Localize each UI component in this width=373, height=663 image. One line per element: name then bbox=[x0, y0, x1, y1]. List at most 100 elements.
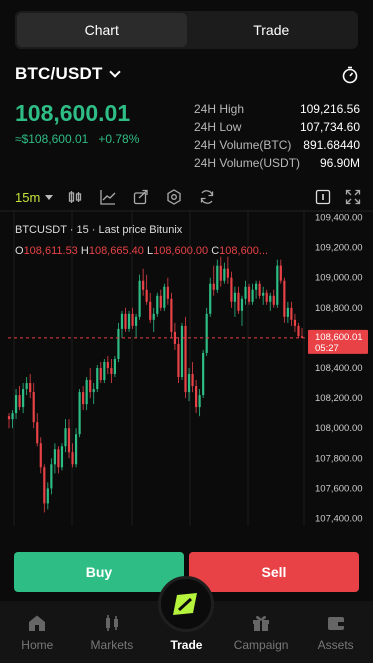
refresh-icon[interactable] bbox=[197, 187, 217, 207]
ohlc-h-value: 108,665.40 bbox=[89, 245, 144, 257]
candle-body bbox=[131, 313, 134, 326]
candle-body bbox=[173, 331, 177, 344]
stat-row: 24H Low 107,734.60 bbox=[194, 118, 360, 136]
nav-label: Trade bbox=[170, 638, 203, 652]
nav-label: Campaign bbox=[233, 638, 289, 652]
price-axis-tick: 107,800.00 bbox=[315, 453, 363, 464]
candle-body bbox=[43, 467, 46, 504]
trade-fab-inner bbox=[166, 584, 206, 624]
nav-item-campaign[interactable]: Campaign bbox=[224, 601, 299, 663]
toolbar-right bbox=[313, 187, 363, 207]
candle-body bbox=[18, 395, 21, 408]
candle-body bbox=[247, 286, 251, 302]
candle-body bbox=[212, 283, 215, 290]
price-axis-tick: 108,000.00 bbox=[315, 423, 363, 434]
candle-body bbox=[134, 316, 138, 326]
nav-item-assets[interactable]: Assets bbox=[298, 601, 373, 663]
candle-body bbox=[60, 446, 64, 468]
stat-row: 24H Volume(BTC) 891.68440 bbox=[194, 136, 360, 154]
stat-value: 891.68440 bbox=[303, 138, 360, 152]
candle-body bbox=[142, 280, 145, 290]
stat-row: 24H Volume(USDT) 96.90M bbox=[194, 154, 360, 172]
candle-body bbox=[67, 428, 71, 453]
candle-body bbox=[177, 343, 180, 378]
candle-body bbox=[286, 307, 289, 317]
candle-body bbox=[233, 292, 237, 302]
candle-body bbox=[223, 268, 226, 281]
candle-body bbox=[159, 295, 162, 308]
candle-body bbox=[96, 368, 99, 390]
candle-body bbox=[22, 389, 25, 408]
stat-label: 24H High bbox=[194, 102, 245, 116]
settings-gear-icon[interactable] bbox=[164, 187, 184, 207]
tab-chart[interactable]: Chart bbox=[17, 13, 187, 47]
candle-body bbox=[262, 292, 265, 296]
candle-body bbox=[297, 325, 300, 337]
stat-value: 96.90M bbox=[319, 156, 360, 170]
candle-body bbox=[219, 265, 222, 281]
candle-body bbox=[191, 374, 194, 387]
nav-item-markets[interactable]: Markets bbox=[75, 601, 150, 663]
candle-body bbox=[103, 361, 106, 381]
candle-body bbox=[255, 283, 258, 290]
candle-body bbox=[50, 464, 53, 489]
pair-selector[interactable]: BTC/USDT bbox=[15, 64, 121, 84]
candlestick-chart[interactable]: 109,400.00 109,200.00 109,000.00 108,800.00… bbox=[0, 210, 373, 526]
candles-layer bbox=[7, 256, 304, 513]
tab-trade[interactable]: Trade bbox=[187, 13, 357, 47]
trade-logo-icon bbox=[173, 593, 197, 615]
candle-body bbox=[156, 295, 159, 314]
candle-body bbox=[163, 286, 166, 308]
ohlc-o-value: 108,611.53 bbox=[24, 245, 78, 257]
candle-body bbox=[127, 313, 131, 329]
candle-body bbox=[99, 368, 102, 381]
candle-body bbox=[209, 283, 212, 314]
candle-body bbox=[237, 292, 240, 311]
candle-body bbox=[113, 358, 116, 375]
sell-button[interactable]: Sell bbox=[189, 552, 359, 592]
buy-button[interactable]: Buy bbox=[14, 552, 184, 592]
ohlc-h-label: H bbox=[81, 245, 89, 257]
wallet-icon bbox=[327, 617, 344, 630]
candle-body bbox=[64, 428, 67, 447]
price-axis-tick: 107,600.00 bbox=[315, 483, 363, 494]
candle-body bbox=[29, 383, 32, 393]
timeframe-selector[interactable]: 15m bbox=[15, 190, 54, 205]
chart-toolbar: 15m bbox=[15, 186, 363, 208]
chart-grid bbox=[13, 210, 305, 526]
candle-body bbox=[57, 449, 60, 468]
indicators-icon[interactable] bbox=[98, 187, 118, 207]
home-icon bbox=[29, 615, 46, 631]
candle-body bbox=[187, 374, 191, 393]
candle-body bbox=[293, 319, 297, 326]
candle-body bbox=[92, 389, 95, 393]
fullscreen-icon[interactable] bbox=[343, 187, 363, 207]
share-icon[interactable] bbox=[131, 187, 151, 207]
candle-body bbox=[74, 434, 78, 465]
candle-body bbox=[39, 443, 42, 468]
trade-fab[interactable] bbox=[158, 576, 214, 632]
price-axis-tick: 107,400.00 bbox=[315, 513, 363, 524]
chevron-down-icon bbox=[108, 66, 121, 78]
candle-body bbox=[152, 313, 155, 320]
candle-type-icon[interactable] bbox=[65, 187, 85, 207]
candle-body bbox=[195, 386, 198, 408]
candle-body bbox=[149, 301, 152, 320]
nav-item-home[interactable]: Home bbox=[0, 601, 75, 663]
gift-icon bbox=[253, 616, 270, 631]
candle-body bbox=[251, 289, 254, 302]
info-panel-icon[interactable] bbox=[313, 187, 333, 207]
price-axis-tick: 109,000.00 bbox=[315, 273, 363, 284]
candle-body bbox=[265, 292, 268, 302]
last-price-tag-value: 108,600.01 bbox=[315, 332, 363, 343]
price-axis-tick: 108,400.00 bbox=[315, 363, 363, 374]
candle-body bbox=[202, 352, 205, 396]
candle-body bbox=[120, 313, 124, 329]
candle-body bbox=[32, 392, 35, 423]
candle-body bbox=[240, 298, 244, 311]
candle-body bbox=[184, 325, 187, 393]
stopwatch-icon[interactable] bbox=[341, 66, 359, 84]
candle-body bbox=[124, 313, 127, 329]
candle-body bbox=[276, 265, 279, 305]
nav-label: Assets bbox=[317, 638, 354, 652]
